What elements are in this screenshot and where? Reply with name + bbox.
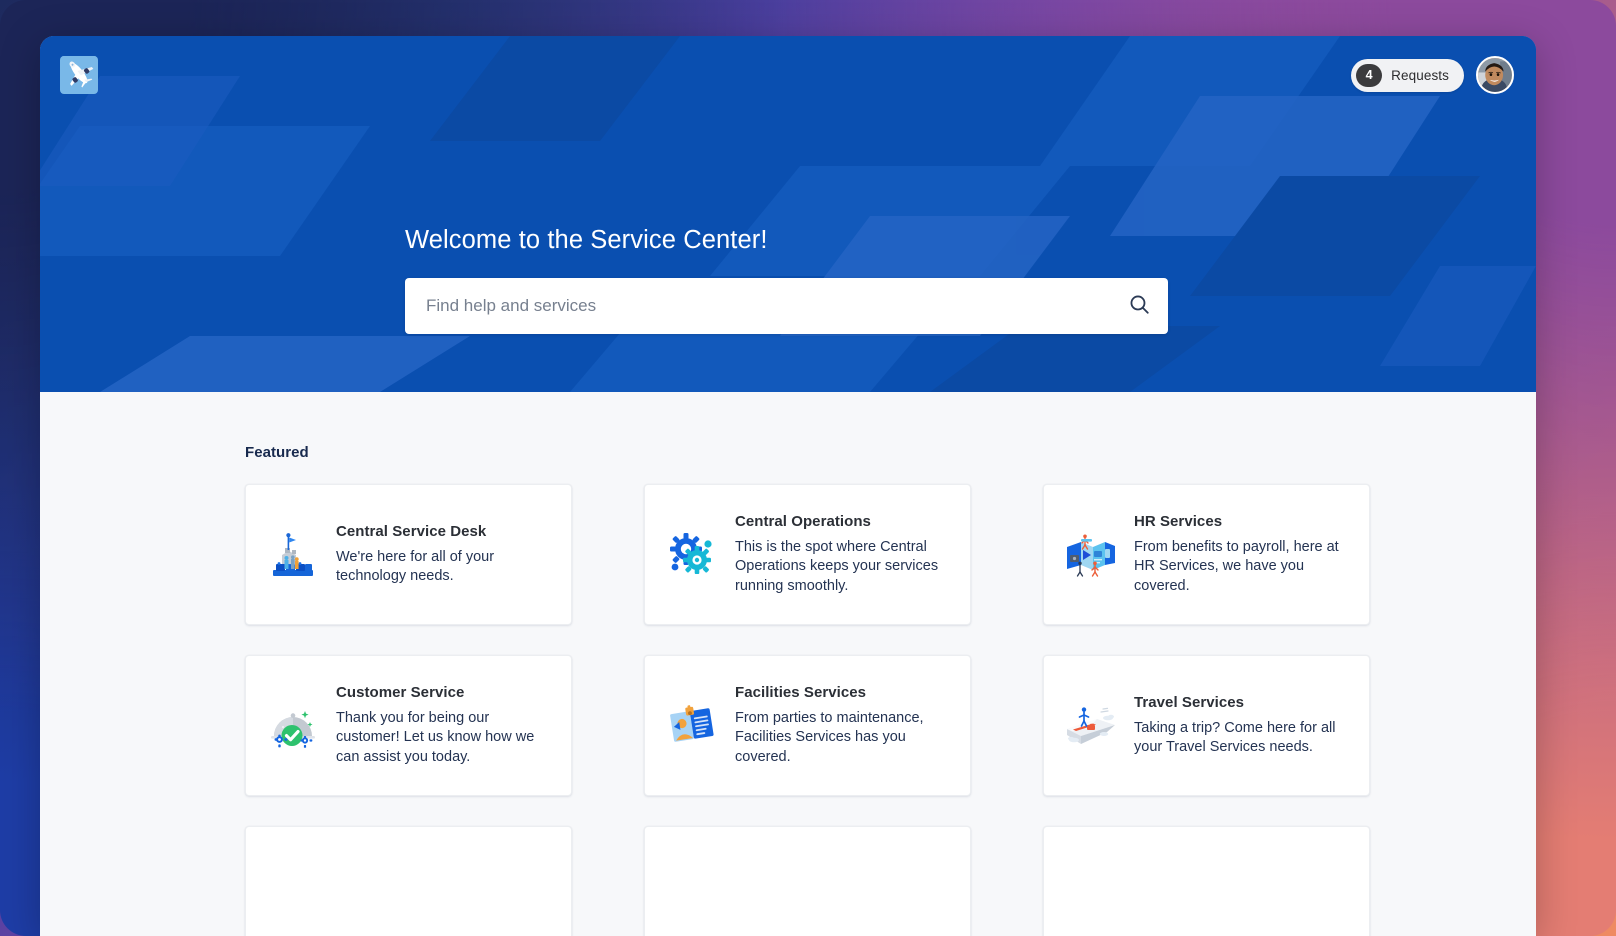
service-card[interactable]: Facilities Services From parties to main…	[644, 655, 971, 796]
service-card[interactable]	[1043, 826, 1370, 936]
top-bar: 4 Requests	[40, 36, 1536, 114]
requests-label: Requests	[1391, 68, 1449, 83]
service-card[interactable]: Travel Services Taking a trip? Come here…	[1043, 655, 1370, 796]
card-title: Facilities Services	[735, 684, 950, 701]
card-title: Travel Services	[1134, 694, 1349, 711]
hero-banner: 4 Requests	[40, 36, 1536, 392]
hero-content: Welcome to the Service Center!	[40, 226, 1536, 334]
placeholder-icon	[663, 868, 721, 926]
card-text: Travel Services Taking a trip? Come here…	[1134, 694, 1349, 758]
card-text	[336, 893, 551, 901]
card-title: Central Operations	[735, 513, 950, 530]
page-backdrop: 4 Requests	[0, 0, 1616, 936]
card-text: Central Service Desk We're here for all …	[336, 523, 551, 587]
search-icon	[1128, 293, 1151, 319]
card-description: From parties to maintenance, Facilities …	[735, 709, 950, 768]
main-content: Featured	[40, 392, 1536, 936]
blocks-building-icon	[264, 526, 322, 584]
dome-check-icon	[264, 697, 322, 755]
service-card[interactable]: Central Operations This is the spot wher…	[644, 484, 971, 625]
featured-cards-grid: Central Service Desk We're here for all …	[245, 484, 1536, 936]
card-description: Thank you for being our customer! Let us…	[336, 709, 551, 768]
app-window: 4 Requests	[40, 36, 1536, 936]
service-card[interactable]: Customer Service Thank you for being our…	[245, 655, 572, 796]
service-card[interactable]: Central Service Desk We're here for all …	[245, 484, 572, 625]
app-logo[interactable]	[60, 56, 98, 94]
card-description: This is the spot where Central Operation…	[735, 538, 950, 597]
featured-heading: Featured	[245, 444, 1536, 461]
placeholder-icon	[1062, 868, 1120, 926]
card-title: Customer Service	[336, 684, 551, 701]
card-text: Central Operations This is the spot wher…	[735, 513, 950, 597]
card-description: Taking a trip? Come here for all your Tr…	[1134, 719, 1349, 758]
card-text: Facilities Services From parties to main…	[735, 684, 950, 768]
placeholder-icon	[264, 868, 322, 926]
search-input[interactable]	[405, 278, 1110, 334]
card-text: Customer Service Thank you for being our…	[336, 684, 551, 768]
card-text	[735, 893, 950, 901]
service-card[interactable]	[245, 826, 572, 936]
card-title: HR Services	[1134, 513, 1349, 530]
paper-plane-traveler-icon	[1062, 697, 1120, 755]
card-title: Central Service Desk	[336, 523, 551, 540]
card-text	[1134, 893, 1349, 901]
page-title: Welcome to the Service Center!	[405, 226, 1536, 255]
service-card[interactable]: HR Services From benefits to payroll, he…	[1043, 484, 1370, 625]
badge-card-icon	[663, 697, 721, 755]
search-bar	[405, 278, 1168, 334]
airplane-icon	[62, 56, 96, 94]
people-panels-icon	[1062, 526, 1120, 584]
card-text: HR Services From benefits to payroll, he…	[1134, 513, 1349, 597]
gears-icon	[663, 526, 721, 584]
requests-count-badge: 4	[1356, 64, 1382, 87]
card-description: From benefits to payroll, here at HR Ser…	[1134, 538, 1349, 597]
user-avatar[interactable]	[1476, 56, 1514, 94]
requests-button[interactable]: 4 Requests	[1351, 59, 1464, 92]
service-card[interactable]	[644, 826, 971, 936]
card-description: We're here for all of your technology ne…	[336, 548, 551, 587]
search-submit-button[interactable]	[1110, 278, 1168, 334]
